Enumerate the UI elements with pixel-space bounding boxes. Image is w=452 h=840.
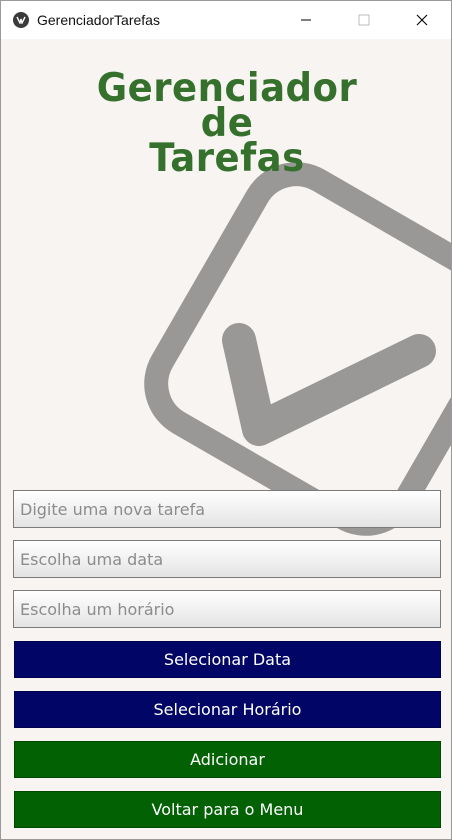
time-input[interactable]: Escolha um horário (13, 590, 441, 628)
select-time-button[interactable]: Selecionar Horário (14, 691, 441, 728)
title-bar: GerenciadorTarefas (1, 1, 451, 39)
window-title: GerenciadorTarefas (37, 12, 160, 28)
minimize-button[interactable] (277, 1, 335, 39)
maximize-button[interactable] (335, 1, 393, 39)
back-to-menu-button[interactable]: Voltar para o Menu (14, 791, 441, 828)
window-controls (277, 1, 451, 39)
app-icon (13, 12, 29, 28)
maximize-icon (358, 14, 370, 26)
task-input-placeholder: Digite uma nova tarefa (20, 499, 206, 519)
title-line-3: Tarefas (149, 136, 305, 181)
time-input-placeholder: Escolha um horário (20, 599, 175, 619)
add-button[interactable]: Adicionar (14, 741, 441, 778)
main-content: Gerenciador de Tarefas Digite uma nova t… (1, 39, 451, 839)
date-input[interactable]: Escolha uma data (13, 540, 441, 578)
close-icon (416, 14, 428, 26)
task-input[interactable]: Digite uma nova tarefa (13, 490, 441, 528)
date-input-placeholder: Escolha uma data (20, 549, 164, 569)
select-date-button[interactable]: Selecionar Data (14, 641, 441, 678)
app-window: GerenciadorTarefas Gerenciador de Tarefa… (0, 0, 452, 840)
page-title: Gerenciador de Tarefas (12, 69, 441, 181)
close-button[interactable] (393, 1, 451, 39)
minimize-icon (301, 19, 311, 21)
